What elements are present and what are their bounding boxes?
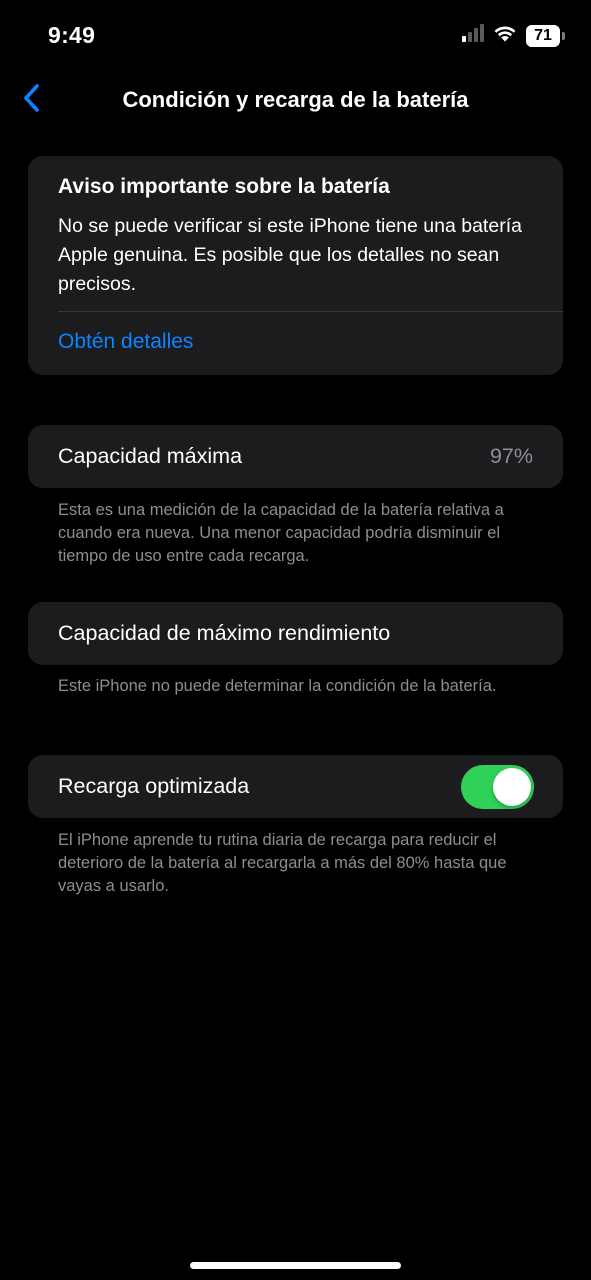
- peak-performance-note: Este iPhone no puede determinar la condi…: [58, 677, 497, 695]
- page-title: Condición y recarga de la batería: [122, 87, 469, 112]
- cellular-signal-icon: [462, 24, 484, 47]
- optimized-charging-toggle[interactable]: [461, 765, 534, 809]
- battery-percentage: 71: [534, 26, 552, 44]
- maximum-capacity-value: 97%: [489, 444, 533, 468]
- optimized-charging-label: Recarga optimizada: [58, 774, 250, 798]
- navigation-bar: Condición y recarga de la batería: [0, 72, 591, 128]
- get-details-link[interactable]: Obtén detalles: [58, 330, 193, 354]
- optimized-charging-row: Recarga optimizada: [28, 755, 563, 818]
- home-indicator[interactable]: [190, 1262, 401, 1269]
- peak-performance-row: Capacidad de máximo rendimiento: [28, 602, 563, 665]
- maximum-capacity-row: Capacidad máxima 97%: [28, 425, 563, 488]
- wifi-icon: [493, 24, 517, 47]
- toggle-knob: [493, 768, 531, 806]
- status-time: 9:49: [48, 22, 96, 48]
- peak-performance-label: Capacidad de máximo rendimiento: [58, 621, 391, 645]
- notice-title: Aviso importante sobre la batería: [58, 175, 390, 198]
- notice-divider: [58, 311, 563, 312]
- maximum-capacity-label: Capacidad máxima: [58, 444, 243, 468]
- optimized-charging-note: El iPhone aprende tu rutina diaria de re…: [58, 831, 507, 895]
- battery-body: 71: [526, 24, 560, 47]
- notice-body: No se puede verificar si este iPhone tie…: [58, 215, 522, 295]
- status-bar: 9:49 71: [0, 0, 591, 72]
- status-indicators: 71: [462, 24, 565, 47]
- battery-cap: [562, 31, 565, 40]
- battery-icon: 71: [526, 24, 565, 47]
- maximum-capacity-note: Esta es una medición de la capacidad de …: [58, 501, 504, 565]
- battery-notice-card: Aviso importante sobre la batería No se …: [28, 156, 563, 375]
